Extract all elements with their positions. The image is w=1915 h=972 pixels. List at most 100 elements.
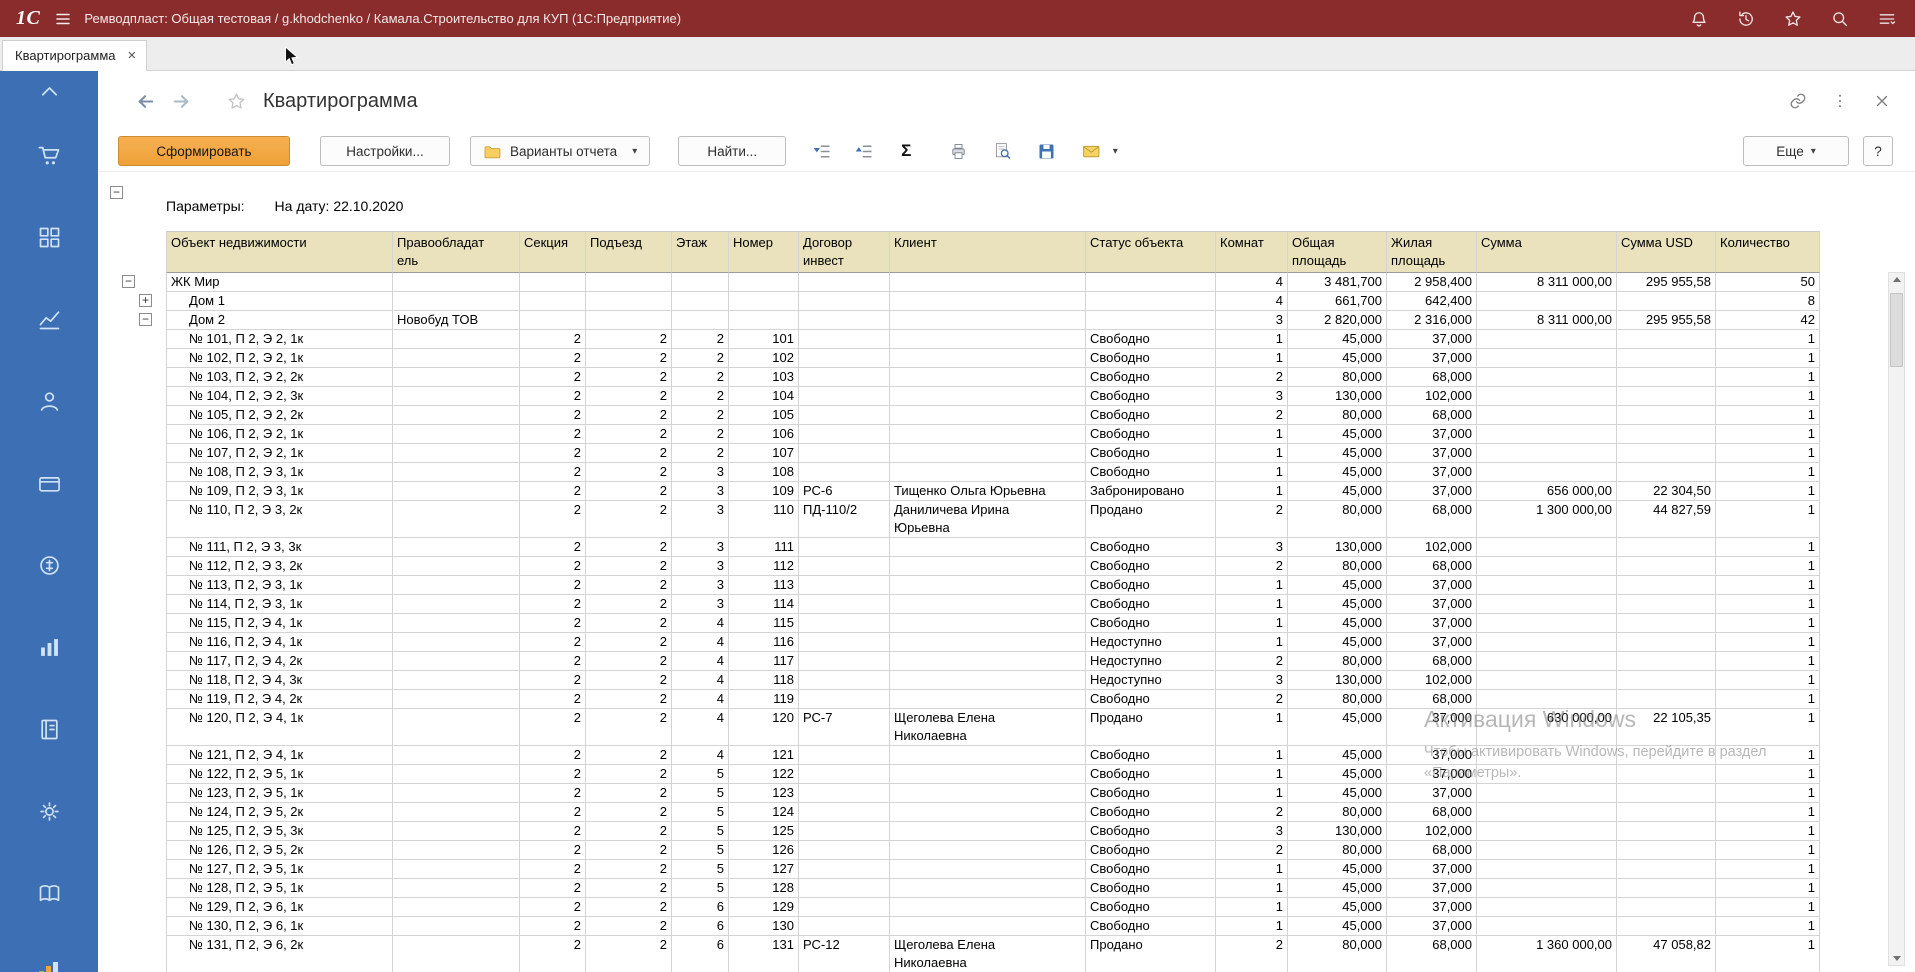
cell-status[interactable] [1086,311,1216,330]
cell-sum[interactable]: 8 311 000,00 [1477,311,1617,330]
cell-section[interactable]: 2 [520,463,586,482]
cell-entrance[interactable]: 2 [586,501,672,538]
cell-name[interactable]: № 121, П 2, Э 4, 1к [166,746,393,765]
cell-number[interactable]: 128 [729,879,799,898]
cell-client[interactable] [890,784,1086,803]
cell-floor[interactable]: 2 [672,444,729,463]
cell-count[interactable]: 8 [1716,292,1820,311]
cell-client[interactable] [890,746,1086,765]
cell-number[interactable]: 127 [729,860,799,879]
cell-status[interactable]: Свободно [1086,860,1216,879]
cell-sum_usd[interactable] [1617,425,1716,444]
cell-count[interactable]: 1 [1716,879,1820,898]
cell-owner[interactable] [393,917,520,936]
cell-total_area[interactable]: 45,000 [1288,879,1387,898]
cell-status[interactable]: Свободно [1086,425,1216,444]
cell-owner[interactable] [393,784,520,803]
expander-minus-icon[interactable]: − [122,275,135,288]
cell-count[interactable]: 1 [1716,917,1820,936]
cell-total_area[interactable]: 45,000 [1288,917,1387,936]
cell-name[interactable]: № 108, П 2, Э 3, 1к [166,463,393,482]
col-header-sum_usd[interactable]: Сумма USD [1617,231,1716,273]
print-button[interactable] [940,137,976,165]
col-header-entrance[interactable]: Подъезд [586,231,672,273]
cell-name[interactable]: № 112, П 2, Э 3, 2к [166,557,393,576]
cell-entrance[interactable]: 2 [586,482,672,501]
cell-floor[interactable]: 4 [672,633,729,652]
cell-client[interactable] [890,879,1086,898]
cell-contract[interactable] [799,917,890,936]
cell-number[interactable]: 121 [729,746,799,765]
cell-sum_usd[interactable]: 44 827,59 [1617,501,1716,538]
cell-count[interactable]: 1 [1716,803,1820,822]
cell-number[interactable]: 112 [729,557,799,576]
cell-floor[interactable]: 4 [672,671,729,690]
cell-living_area[interactable]: 37,000 [1387,633,1477,652]
cell-sum_usd[interactable] [1617,803,1716,822]
cell-section[interactable]: 2 [520,860,586,879]
cell-number[interactable]: 125 [729,822,799,841]
cell-sum_usd[interactable] [1617,879,1716,898]
cell-sum[interactable]: 630 000,00 [1477,709,1617,746]
cell-count[interactable]: 1 [1716,482,1820,501]
cell-section[interactable]: 2 [520,406,586,425]
cell-living_area[interactable]: 37,000 [1387,709,1477,746]
cell-contract[interactable]: РС-6 [799,482,890,501]
cell-section[interactable]: 2 [520,425,586,444]
help-button[interactable]: ? [1863,136,1893,166]
cell-sum_usd[interactable] [1617,652,1716,671]
cell-number[interactable]: 120 [729,709,799,746]
cell-contract[interactable] [799,746,890,765]
cell-sum_usd[interactable]: 295 955,58 [1617,311,1716,330]
cell-owner[interactable]: Новобуд ТОВ [393,311,520,330]
cell-sum_usd[interactable] [1617,690,1716,709]
cell-status[interactable] [1086,292,1216,311]
cell-entrance[interactable]: 2 [586,803,672,822]
cell-sum_usd[interactable]: 295 955,58 [1617,273,1716,292]
cell-entrance[interactable]: 2 [586,595,672,614]
service-menu-button[interactable] [1877,9,1897,29]
cell-count[interactable]: 1 [1716,671,1820,690]
col-header-count[interactable]: Количество [1716,231,1820,273]
cell-total_area[interactable]: 45,000 [1288,482,1387,501]
cell-sum[interactable] [1477,860,1617,879]
cell-total_area[interactable]: 45,000 [1288,349,1387,368]
cell-client[interactable] [890,898,1086,917]
cell-living_area[interactable]: 37,000 [1387,482,1477,501]
cell-total_area[interactable]: 80,000 [1288,406,1387,425]
cell-owner[interactable] [393,406,520,425]
cell-rooms[interactable]: 1 [1216,765,1288,784]
history-button[interactable] [1736,9,1756,29]
cell-floor[interactable] [672,292,729,311]
cell-total_area[interactable]: 45,000 [1288,633,1387,652]
cell-name[interactable]: № 122, П 2, Э 5, 1к [166,765,393,784]
cell-number[interactable]: 111 [729,538,799,557]
cell-number[interactable]: 130 [729,917,799,936]
cell-section[interactable]: 2 [520,765,586,784]
cell-name[interactable]: № 116, П 2, Э 4, 1к [166,633,393,652]
cell-owner[interactable] [393,690,520,709]
cell-entrance[interactable]: 2 [586,879,672,898]
cell-status[interactable]: Свободно [1086,538,1216,557]
cell-count[interactable]: 1 [1716,841,1820,860]
notifications-button[interactable] [1689,9,1709,29]
cell-sum_usd[interactable] [1617,765,1716,784]
col-header-client[interactable]: Клиент [890,231,1086,273]
cell-entrance[interactable]: 2 [586,557,672,576]
cell-sum_usd[interactable] [1617,387,1716,406]
cell-number[interactable]: 118 [729,671,799,690]
cell-entrance[interactable]: 2 [586,538,672,557]
cell-total_area[interactable]: 45,000 [1288,765,1387,784]
cell-entrance[interactable]: 2 [586,822,672,841]
cell-rooms[interactable]: 3 [1216,671,1288,690]
cell-living_area[interactable]: 102,000 [1387,538,1477,557]
cell-sum[interactable] [1477,330,1617,349]
cell-contract[interactable] [799,614,890,633]
cell-floor[interactable]: 4 [672,652,729,671]
cell-sum_usd[interactable] [1617,576,1716,595]
cell-contract[interactable] [799,633,890,652]
cell-contract[interactable] [799,538,890,557]
cell-rooms[interactable]: 1 [1216,898,1288,917]
cell-rooms[interactable]: 3 [1216,538,1288,557]
cell-rooms[interactable]: 2 [1216,406,1288,425]
